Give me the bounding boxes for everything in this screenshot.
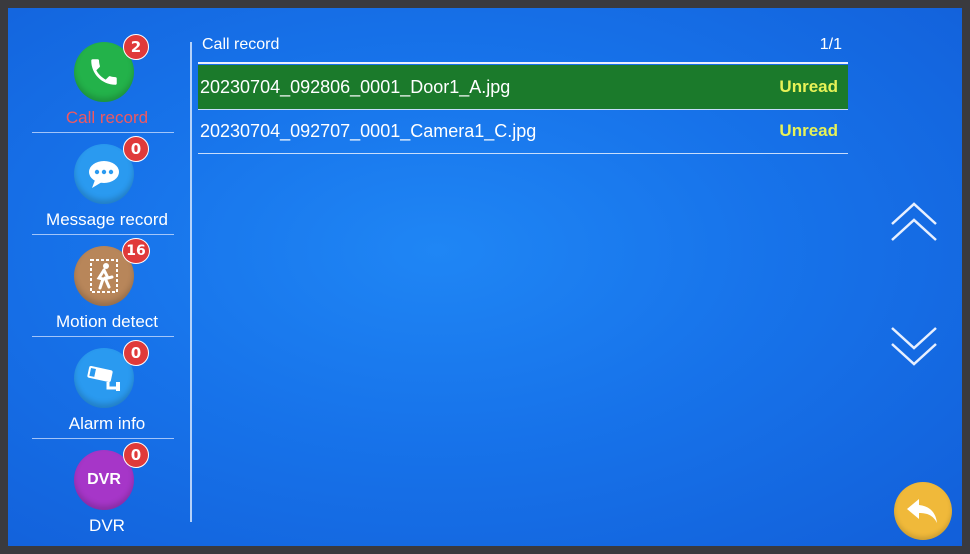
list-item[interactable]: 20230704_092707_0001_Camera1_C.jpg Unrea… [198,109,848,153]
back-button[interactable] [894,482,952,540]
sidebar-divider [32,438,174,439]
list-item[interactable]: 20230704_092806_0001_Door1_A.jpg Unread [198,65,848,109]
sidebar-item-dvr[interactable]: DVR 0 DVR [32,442,182,544]
sidebar-item-label: Alarm info [68,414,146,433]
sidebar-item-alarm-info[interactable]: 0 Alarm info [32,340,182,442]
sidebar-item-message-record[interactable]: 0 Message record [32,136,182,238]
sidebar-divider [32,336,174,337]
dvr-icon-text: DVR [87,471,121,488]
sidebar-item-motion-detect[interactable]: 16 Motion detect [32,238,182,340]
row-divider [198,153,848,154]
screen: 2 Call record 0 Message record 16 Motion… [8,8,962,546]
chevron-double-up-icon[interactable] [888,198,940,250]
dvr-badge: 0 [123,442,149,468]
list-header: Call record 1/1 [198,32,848,62]
message-record-badge: 0 [123,136,149,162]
list-title: Call record [202,36,280,53]
record-status: Unread [779,77,838,96]
record-filename: 20230704_092707_0001_Camera1_C.jpg [200,121,537,141]
chevron-double-down-icon[interactable] [888,320,940,372]
sidebar-item-label: Motion detect [55,312,159,331]
record-filename: 20230704_092806_0001_Door1_A.jpg [200,77,511,97]
page-counter: 1/1 [819,36,842,53]
sidebar-divider [32,234,174,235]
sidebar: 2 Call record 0 Message record 16 Motion… [8,8,190,546]
sidebar-item-label: Message record [46,210,168,229]
header-divider [198,62,848,64]
vertical-divider [190,42,192,522]
sidebar-item-call-record[interactable]: 2 Call record [32,34,182,136]
return-arrow-icon [907,499,937,523]
call-record-badge: 2 [123,34,149,60]
alarm-info-badge: 0 [123,340,149,366]
sidebar-item-label: Call record [65,108,149,127]
record-status: Unread [779,121,838,140]
motion-detect-badge: 16 [122,238,150,264]
sidebar-divider [32,132,174,133]
sidebar-item-label: DVR [89,516,125,535]
